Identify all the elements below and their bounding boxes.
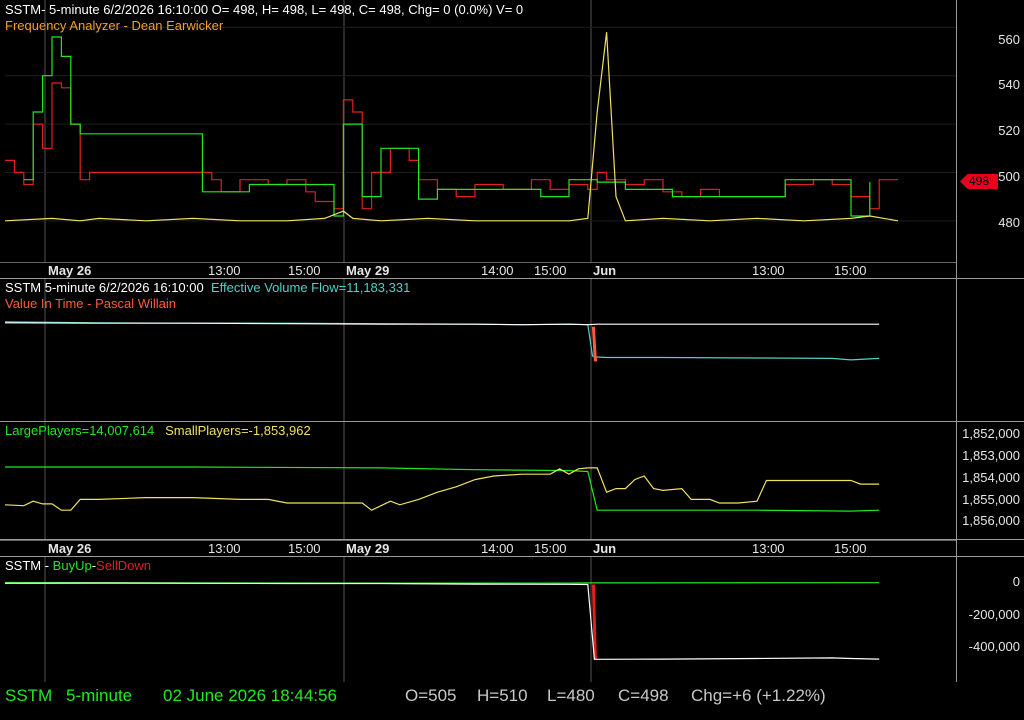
buyup-label: BuyUp	[52, 558, 92, 573]
pane2-symbol: SSTM 5-minute 6/2/2026 16:10:00	[5, 280, 204, 295]
indicator-title: Frequency Analyzer - Dean Earwicker	[5, 18, 224, 33]
selldown-label: SellDown	[96, 558, 151, 573]
chart-header: SSTM- 5-minute 6/2/2026 16:10:00 O= 498,…	[5, 2, 524, 17]
value-in-time-label: Value In Time - Pascal Willain	[5, 296, 176, 311]
status-open: O=505	[405, 686, 457, 705]
series-line-smallplayers	[4, 467, 880, 511]
series-line-selldown	[591, 584, 598, 659]
pane4-header: SSTM - BuyUp-SellDown	[5, 558, 151, 573]
series-line-green	[23, 36, 871, 217]
status-symbol: SSTM	[5, 686, 53, 705]
status-close: C=498	[618, 686, 669, 705]
series-line-white	[4, 322, 880, 326]
large-players-label: LargePlayers=14,007,614	[5, 423, 155, 438]
status-interval: 5-minute	[66, 686, 133, 705]
series-line-salmon	[591, 326, 598, 362]
status-high: H=510	[477, 686, 528, 705]
status-low: L=480	[547, 686, 595, 705]
series-line-white	[4, 582, 880, 660]
pane3-header: LargePlayers=14,007,614 SmallPlayers=-1,…	[5, 423, 311, 438]
series-line-largeplayers	[5, 466, 880, 512]
small-players-label: SmallPlayers=-1,853,962	[165, 423, 311, 438]
effective-volume-flow-label: Effective Volume Flow=11,183,331	[210, 280, 411, 295]
pane2-header: SSTM 5-minute 6/2/2026 16:10:00 Effectiv…	[5, 280, 410, 295]
status-change: Chg=+6 (+1.22%)	[691, 686, 826, 705]
series-line-yellow	[4, 32, 899, 222]
chart-canvas[interactable]	[0, 0, 1024, 720]
status-bar: SSTM 5-minute 02 June 2026 18:44:56 O=50…	[0, 682, 1024, 720]
pane4-symbol: SSTM -	[5, 558, 53, 573]
status-datetime: 02 June 2026 18:44:56	[163, 686, 337, 705]
series-line-effective-volume-flow	[4, 321, 880, 361]
